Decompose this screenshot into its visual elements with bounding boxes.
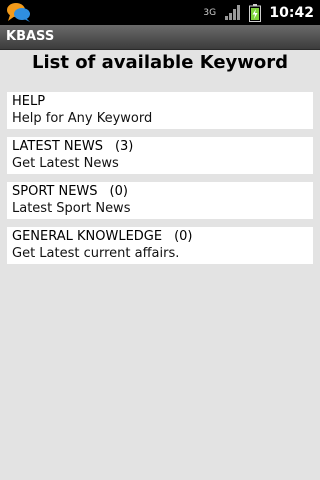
status-clock: 10:42 xyxy=(269,4,314,21)
keyword-description: Help for Any Keyword xyxy=(12,111,153,126)
keyword-name: LATEST NEWS xyxy=(12,139,103,154)
keyword-name: SPORT NEWS xyxy=(12,184,98,199)
keyword-item-latest-news[interactable]: LATEST NEWS (3) Get Latest News xyxy=(7,137,313,174)
keyword-title: SPORT NEWS (0) xyxy=(12,183,313,200)
app-title-bar: KBASS xyxy=(0,25,320,50)
chat-bubbles-icon xyxy=(7,3,30,22)
keyword-description: Get Latest News xyxy=(12,156,119,171)
keyword-item-help[interactable]: HELP Help for Any Keyword xyxy=(7,92,313,129)
status-bar: 3G 10:42 xyxy=(0,0,320,25)
app-title: KBASS xyxy=(6,29,55,44)
keyword-count: (0) xyxy=(174,229,193,244)
keyword-title: LATEST NEWS (3) xyxy=(12,138,313,155)
keyword-count: (0) xyxy=(109,184,128,199)
page-heading: List of available Keyword xyxy=(31,52,289,73)
signal-bars-icon xyxy=(225,5,241,20)
keyword-name: HELP xyxy=(12,94,46,109)
keyword-count: (3) xyxy=(114,139,134,154)
keyword-description: Latest Sport News xyxy=(12,201,131,216)
battery-charging-icon xyxy=(249,3,262,22)
keyword-list: HELP Help for Any Keyword LATEST NEWS (3)… xyxy=(7,92,313,272)
keyword-title: GENERAL KNOWLEDGE (0) xyxy=(12,228,313,245)
network-type-label: 3G xyxy=(203,7,217,18)
keyword-name: GENERAL KNOWLEDGE xyxy=(12,229,163,244)
keyword-item-sport-news[interactable]: SPORT NEWS (0) Latest Sport News xyxy=(7,182,313,219)
keyword-title: HELP xyxy=(12,93,313,110)
keyword-description: Get Latest current affairs. xyxy=(12,246,180,261)
keyword-item-general-knowledge[interactable]: GENERAL KNOWLEDGE (0) Get Latest current … xyxy=(7,227,313,264)
